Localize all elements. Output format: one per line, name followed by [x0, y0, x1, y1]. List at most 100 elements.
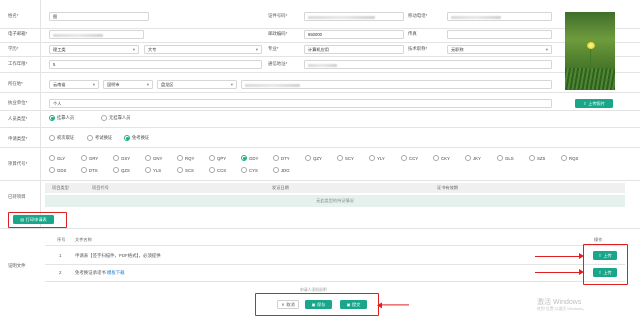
project-code-radio[interactable]: GDS: [49, 167, 66, 173]
project-code-radio[interactable]: YLS: [145, 167, 161, 173]
apply-type-radio-2[interactable]: 考试换证: [87, 135, 112, 141]
project-code-label: JKY: [473, 155, 481, 161]
row-divider: [0, 42, 640, 43]
location-label: 所在地*: [8, 81, 23, 86]
doc-no: 1: [59, 253, 62, 258]
province-select[interactable]: 云南省: [49, 80, 99, 89]
project-code-label: GNY: [153, 155, 163, 161]
fax-input[interactable]: [447, 30, 552, 39]
row-divider: [0, 28, 640, 29]
project-code-label: CCY: [409, 155, 419, 161]
project-code-label: JDG: [281, 167, 290, 173]
cert-col-date: 发证日期: [272, 185, 289, 190]
project-code-label: GDY: [249, 155, 259, 161]
name-label: 姓名*: [8, 13, 19, 18]
street-input[interactable]: [241, 80, 552, 89]
project-code-label: CKY: [441, 155, 450, 161]
project-code-label: YLS: [153, 167, 162, 173]
doc-no: 2: [59, 270, 62, 275]
phone-input[interactable]: [447, 12, 552, 21]
radio-label: 初次取证: [57, 135, 75, 140]
project-code-radio[interactable]: YLY: [369, 155, 385, 161]
project-code-radio[interactable]: CCY: [401, 155, 418, 161]
project-code-label: QZS: [121, 167, 130, 173]
annotation-arrow-1: [535, 252, 584, 261]
docs-col-no: 序号: [57, 237, 66, 242]
work-years-input[interactable]: 5: [49, 60, 262, 69]
doc-name: 申请表【签字扫描件，PDF格式】，必须提供: [75, 253, 161, 258]
annotation-arrow-3: [381, 304, 409, 306]
project-code-radio[interactable]: JKY: [465, 155, 481, 161]
project-code-radio[interactable]: QZY: [305, 155, 322, 161]
cert-items-label: 已持项目: [8, 194, 26, 199]
project-code-label: RQS: [569, 155, 579, 161]
idcard-label: 证件号码*: [268, 13, 288, 18]
education-sub-select[interactable]: 大专: [144, 45, 262, 54]
project-code-radio[interactable]: GLY: [49, 155, 65, 161]
docs-col-name: 文件名称: [75, 237, 92, 242]
apply-type-radio-1[interactable]: 初次取证: [49, 135, 74, 141]
annotation-box-upload: [583, 244, 628, 285]
project-code-label: RQY: [185, 155, 195, 161]
postcode-input[interactable]: 650000: [304, 30, 404, 39]
person-type-radio-2[interactable]: 无挂靠人员: [101, 115, 130, 121]
cert-table-header: [45, 183, 625, 193]
project-code-radio[interactable]: GDY: [241, 155, 258, 161]
col-divider: [40, 0, 41, 228]
address-label: 通信地址*: [268, 61, 288, 66]
email-input[interactable]: [49, 30, 144, 39]
email-label: 电子邮箱*: [8, 31, 28, 36]
project-code-radio[interactable]: QPY: [209, 155, 226, 161]
project-code-radio[interactable]: RQY: [177, 155, 194, 161]
title-select[interactable]: 无职称: [447, 45, 552, 54]
project-code-radio[interactable]: CKY: [433, 155, 450, 161]
project-code-label: SCY: [345, 155, 354, 161]
windows-watermark-sub: 转到“设置”以激活 Windows。: [537, 307, 587, 311]
docs-table-header: [45, 235, 625, 244]
project-code-radio[interactable]: RQS: [561, 155, 578, 161]
row-divider: [0, 110, 640, 111]
project-code-radio[interactable]: GRY: [81, 155, 98, 161]
person-type-label: 人员类型*: [8, 116, 28, 121]
row-divider: [0, 72, 640, 73]
project-code-radio[interactable]: GLS: [497, 155, 514, 161]
upload-icon: ⇪: [583, 101, 587, 106]
apply-type-label: 申请类型*: [8, 136, 28, 141]
project-code-radio[interactable]: SCS: [177, 167, 194, 173]
address-input[interactable]: [304, 60, 552, 69]
project-code-radio[interactable]: GNY: [145, 155, 162, 161]
project-code-radio[interactable]: SZS: [529, 155, 545, 161]
apply-type-radio-3[interactable]: 免考换证: [124, 135, 149, 141]
upload-photo-button[interactable]: ⇪ 上传照片: [575, 99, 613, 108]
project-code-label: DTS: [89, 167, 98, 173]
doc-name: 免考换证承诺书 模板下载: [75, 270, 125, 275]
city-select[interactable]: 昆明市: [103, 80, 153, 89]
name-input[interactable]: 图: [49, 12, 149, 21]
row-divider: [45, 245, 625, 246]
application-form: 姓名* 图 证件号码* 移动电话* 电子邮箱* 邮政编码* 650000 传真 …: [0, 0, 640, 331]
district-select[interactable]: 盘龙区: [157, 80, 237, 89]
annotation-arrow-2: [535, 268, 584, 277]
project-code-radio[interactable]: DTS: [81, 167, 98, 173]
applicant-photo: [565, 12, 615, 90]
project-code-radio[interactable]: QZS: [113, 167, 130, 173]
annotation-box-print: [8, 212, 67, 228]
person-type-radio-1[interactable]: 挂靠人员: [49, 115, 74, 121]
project-code-radio[interactable]: JDG: [273, 167, 290, 173]
project-code-radio[interactable]: CCS: [209, 167, 226, 173]
docs-label: 证明文件: [8, 263, 26, 268]
major-input[interactable]: 计算机应用: [304, 45, 404, 54]
unit-input[interactable]: 个人: [49, 99, 552, 108]
project-code-radio[interactable]: DTY: [273, 155, 290, 161]
project-code-label: QZY: [313, 155, 322, 161]
idcard-input[interactable]: [304, 12, 404, 21]
project-code-label: 项目代号*: [8, 161, 28, 166]
row-divider: [45, 264, 625, 265]
project-code-radio[interactable]: SCY: [337, 155, 354, 161]
major-label: 专业*: [268, 46, 279, 51]
template-download-link[interactable]: 模板下载: [107, 270, 125, 275]
project-code-radio[interactable]: GSY: [113, 155, 130, 161]
project-code-radio[interactable]: CYS: [241, 167, 258, 173]
project-code-label: GLY: [57, 155, 66, 161]
education-select[interactable]: 理工类: [49, 45, 139, 54]
